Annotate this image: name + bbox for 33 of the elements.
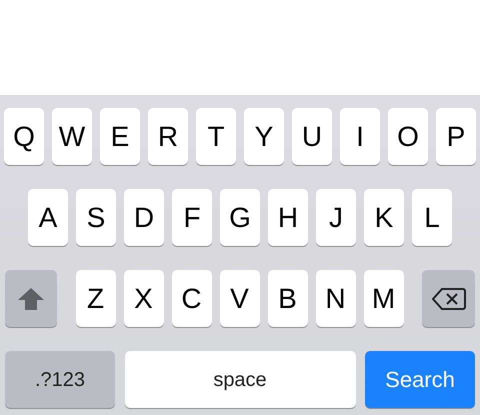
key[interactable]: L [412,189,452,246]
delete-key[interactable] [422,270,475,327]
key[interactable]: M [364,270,404,327]
key[interactable]: U [292,108,332,165]
key[interactable]: H [268,189,308,246]
key[interactable]: Z [76,270,116,327]
key[interactable]: T [196,108,236,165]
key[interactable]: A [28,189,68,246]
key[interactable]: B [268,270,308,327]
key[interactable]: R [148,108,188,165]
space-key[interactable]: space [124,351,356,408]
key[interactable]: I [340,108,380,165]
key[interactable]: O [388,108,428,165]
key[interactable]: N [316,270,356,327]
numbers-key[interactable]: .?123 [5,351,115,408]
key[interactable]: W [52,108,92,165]
key[interactable]: Q [4,108,44,165]
key[interactable]: C [172,270,212,327]
key[interactable]: D [124,189,164,246]
key[interactable]: G [220,189,260,246]
key[interactable]: P [436,108,476,165]
key[interactable]: V [220,270,260,327]
key[interactable]: J [316,189,356,246]
shift-icon [17,286,45,310]
shift-key[interactable] [5,270,57,327]
delete-icon [432,286,466,310]
search-key[interactable]: Search [365,351,475,408]
key[interactable]: E [100,108,140,165]
key[interactable]: S [76,189,116,246]
key[interactable]: X [124,270,164,327]
key[interactable]: Y [244,108,284,165]
key[interactable]: F [172,189,212,246]
key[interactable]: K [364,189,404,246]
